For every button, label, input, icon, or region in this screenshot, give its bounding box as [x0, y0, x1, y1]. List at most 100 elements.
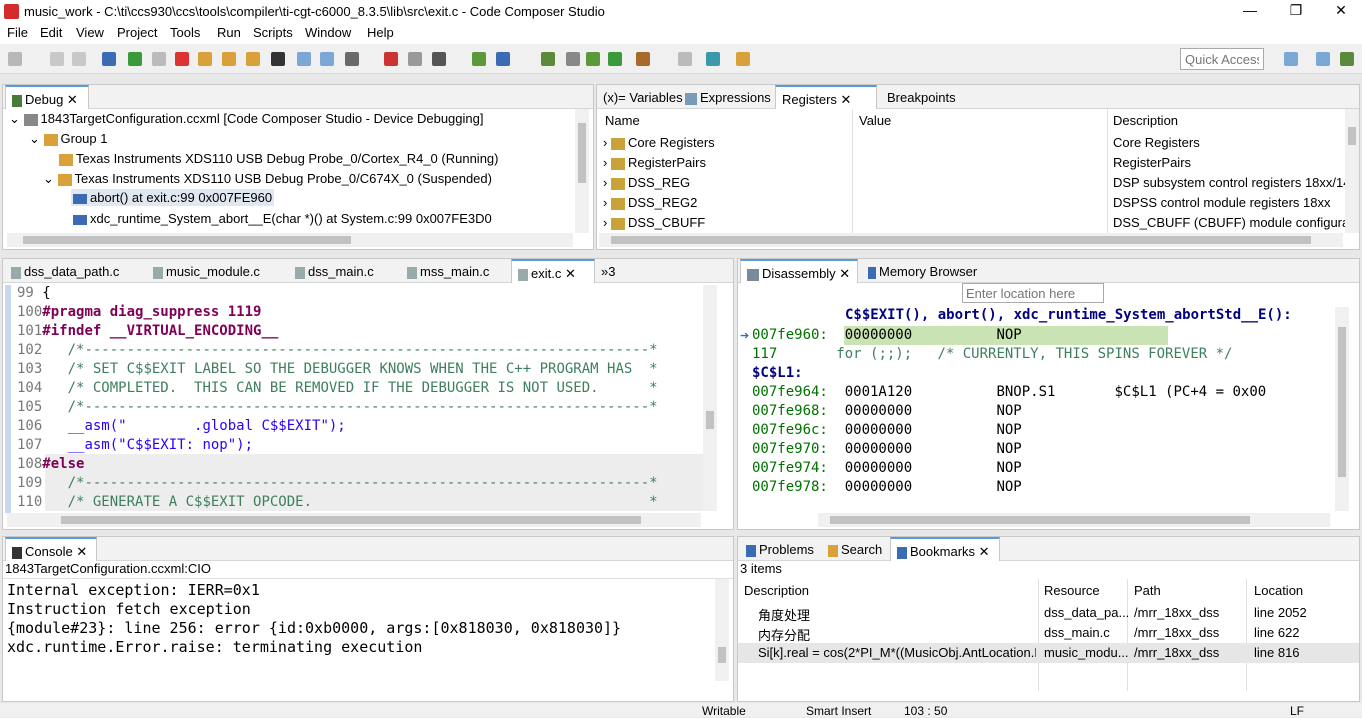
column-description[interactable]: Description: [744, 583, 809, 598]
tab-console[interactable]: Console ✕: [5, 537, 97, 561]
tab-variables[interactable]: (x)= Variables: [597, 85, 689, 109]
tab-music-module[interactable]: music_module.c: [147, 259, 266, 283]
debug-view-icon[interactable]: [102, 52, 116, 66]
run-icon[interactable]: [472, 52, 486, 66]
search-icon[interactable]: [706, 52, 720, 66]
tab-dss-main[interactable]: dss_main.c: [289, 259, 380, 283]
minimize-button[interactable]: —: [1235, 2, 1265, 18]
skip-breakpoints-icon[interactable]: [408, 52, 422, 66]
main-toolbar: [0, 44, 1362, 74]
bookmark-row-3[interactable]: Si[k].real = cos(2*PI_M*((MusicObj.AntLo…: [758, 645, 1036, 660]
register-group-dss-reg2[interactable]: › DSS_REG2: [603, 195, 697, 210]
bookmark-resource: music_modu...: [1044, 645, 1129, 660]
debug-frame-system-abort[interactable]: xdc_runtime_System_abort__E(char *)() at…: [73, 211, 492, 226]
tab-disassembly[interactable]: Disassembly ✕: [740, 259, 858, 283]
instruction-step-icon[interactable]: [320, 52, 334, 66]
refresh-icon[interactable]: [586, 52, 600, 66]
step-return-icon[interactable]: [246, 52, 260, 66]
tab-mss-main[interactable]: mss_main.c: [401, 259, 495, 283]
menu-run[interactable]: Run: [217, 25, 241, 40]
tab-problems[interactable]: Problems: [740, 537, 820, 561]
step-into-icon[interactable]: [198, 52, 212, 66]
perspective-debug-icon[interactable]: [1340, 52, 1354, 66]
tab-registers[interactable]: Registers ✕: [775, 85, 877, 109]
tab-debug[interactable]: Debug ✕: [5, 85, 89, 109]
settings-icon[interactable]: [566, 52, 580, 66]
breakpoint-icon[interactable]: [384, 52, 398, 66]
debug-tree-item-config[interactable]: ⌄ 1843TargetConfiguration.ccxml [Code Co…: [9, 111, 483, 127]
disasm-hscroll[interactable]: [818, 513, 1330, 527]
tab-breakpoints[interactable]: Breakpoints: [881, 85, 962, 109]
debug-tree-item-cortex[interactable]: Texas Instruments XDS110 USB Debug Probe…: [59, 151, 498, 166]
quick-access-input[interactable]: [1180, 48, 1264, 70]
console-vscroll[interactable]: [715, 579, 729, 681]
new-icon[interactable]: [8, 52, 22, 66]
menu-window[interactable]: Window: [305, 25, 351, 40]
column-path[interactable]: Path: [1134, 583, 1161, 598]
column-location[interactable]: Location: [1254, 583, 1303, 598]
debug-tree-item-c674x[interactable]: ⌄ Texas Instruments XDS110 USB Debug Pro…: [43, 171, 492, 187]
menu-tools[interactable]: Tools: [170, 25, 200, 40]
grid-icon[interactable]: [271, 52, 285, 66]
location-input[interactable]: [962, 283, 1104, 303]
save-icon[interactable]: [50, 52, 64, 66]
open-perspective-icon[interactable]: [1284, 52, 1298, 66]
menu-edit[interactable]: Edit: [40, 25, 62, 40]
menu-scripts[interactable]: Scripts: [253, 25, 293, 40]
pin-icon[interactable]: [736, 52, 750, 66]
menu-file[interactable]: File: [7, 25, 28, 40]
column-description[interactable]: Description: [1113, 113, 1178, 128]
code-line: 101#ifndef __VIRTUAL_ENCODING__: [17, 323, 279, 339]
debug-hscroll[interactable]: [7, 233, 573, 247]
debug-icon[interactable]: [496, 52, 510, 66]
tab-bookmarks[interactable]: Bookmarks ✕: [890, 537, 1000, 561]
register-group-cbuff[interactable]: › DSS_CBUFF: [603, 215, 705, 230]
build-icon[interactable]: [432, 52, 446, 66]
c-file-icon: [153, 266, 163, 279]
debug-tree-item-group[interactable]: ⌄ Group 1: [29, 131, 108, 147]
registers-vscroll[interactable]: [1345, 109, 1359, 233]
perspective-ccs-icon[interactable]: [1316, 52, 1330, 66]
register-group-dss-reg[interactable]: › DSS_REG: [603, 175, 690, 190]
debug-vscroll[interactable]: [575, 109, 589, 233]
registers-hscroll[interactable]: [599, 233, 1343, 247]
load-program-icon[interactable]: [345, 52, 359, 66]
menu-bar: File Edit View Project Tools Run Scripts…: [0, 24, 1362, 44]
bug-icon[interactable]: [541, 52, 555, 66]
resume-icon[interactable]: [128, 52, 142, 66]
column-resource[interactable]: Resource: [1044, 583, 1100, 598]
suspend-icon[interactable]: [152, 52, 166, 66]
console-output[interactable]: Internal exception: IERR=0x1 Instruction…: [7, 581, 621, 657]
bookmark-row-2[interactable]: 内存分配: [758, 625, 810, 644]
maximize-button[interactable]: ❐: [1281, 2, 1311, 19]
tab-search[interactable]: Search: [822, 537, 888, 561]
disasm-vscroll[interactable]: [1335, 307, 1349, 511]
close-button[interactable]: ✕: [1326, 2, 1356, 19]
tab-expressions[interactable]: Expressions: [679, 85, 777, 109]
menu-view[interactable]: View: [76, 25, 104, 40]
menu-project[interactable]: Project: [117, 25, 157, 40]
tab-memory-browser[interactable]: Memory Browser: [862, 259, 983, 283]
disasm-rows[interactable]: 007fe960: 00000000 NOP 117 for (;;); /* …: [752, 326, 1266, 497]
connect-icon[interactable]: [297, 52, 311, 66]
step-over-icon[interactable]: [222, 52, 236, 66]
bookmark-row-1[interactable]: 角度处理: [758, 605, 810, 624]
sync-icon[interactable]: [608, 52, 622, 66]
editor-vscroll[interactable]: [703, 285, 717, 511]
register-group-pairs[interactable]: › RegisterPairs: [603, 155, 706, 170]
tab-dss-data-path[interactable]: dss_data_path.c: [5, 259, 125, 283]
save-all-icon[interactable]: [72, 52, 86, 66]
menu-help[interactable]: Help: [367, 25, 394, 40]
editor-hscroll[interactable]: [7, 513, 701, 527]
column-name[interactable]: Name: [605, 113, 640, 128]
register-group-core[interactable]: › Core Registers: [603, 135, 715, 150]
open-file-icon[interactable]: [678, 52, 692, 66]
hammer-icon[interactable]: [636, 52, 650, 66]
terminate-icon[interactable]: [175, 52, 189, 66]
tab-exit-c[interactable]: exit.c ✕: [511, 259, 595, 283]
debug-frame-abort[interactable]: abort() at exit.c:99 0x007FE960: [71, 189, 275, 206]
column-value[interactable]: Value: [859, 113, 891, 128]
code-line: 110 /* GENERATE A C$$EXIT OPCODE. *: [17, 494, 658, 510]
code-area[interactable]: 99 { 100#pragma diag_suppress 1119 101#i…: [17, 284, 707, 512]
tab-overflow[interactable]: »3: [595, 259, 621, 283]
